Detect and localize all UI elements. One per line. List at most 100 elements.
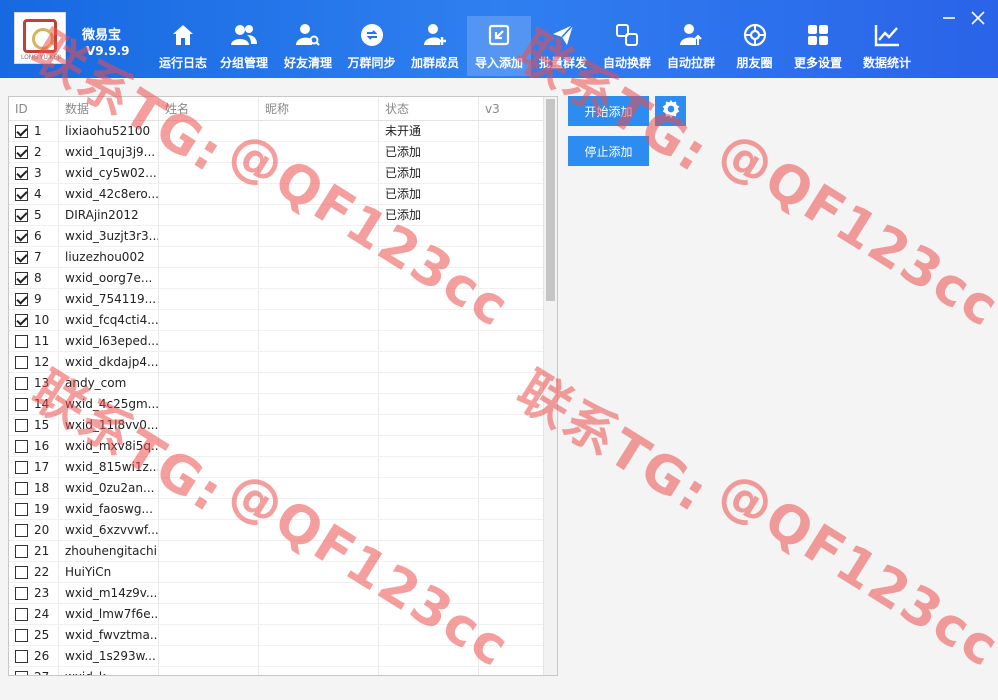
tab-group-manage[interactable]: 分组管理 [212, 16, 276, 76]
table-row[interactable]: 26 wxid_1s293w... [9, 646, 545, 667]
table-row[interactable]: 22 HuiYiCn [9, 562, 545, 583]
grid-body: 1 lixiaohu52100 未开通 2 wxid_1quj3j9... 已添加 3 wxi… [9, 121, 545, 675]
row-checkbox[interactable] [15, 376, 28, 390]
row-checkbox[interactable] [15, 670, 28, 675]
table-row[interactable]: 16 wxid_mxv8i5q... [9, 436, 545, 457]
row-checkbox[interactable] [15, 208, 28, 222]
tab-auto-swap-group[interactable]: 自动换群 [595, 16, 659, 76]
table-row[interactable]: 10 wxid_fcq4cti4... [9, 310, 545, 331]
row-checkbox[interactable] [15, 544, 28, 558]
table-row[interactable]: 17 wxid_815wi1z... [9, 457, 545, 478]
table-row[interactable]: 25 wxid_fwvztma... [9, 625, 545, 646]
row-checkbox[interactable] [15, 481, 28, 495]
cell-name [159, 142, 259, 162]
start-add-button[interactable]: 开始添加 [568, 96, 649, 126]
cell-name [159, 394, 259, 414]
row-checkbox[interactable] [15, 187, 28, 201]
table-row[interactable]: 20 wxid_6xzvvwf... [9, 520, 545, 541]
row-checkbox[interactable] [15, 355, 28, 369]
tab-import-add[interactable]: 导入添加 [467, 16, 531, 76]
col-header-id[interactable]: ID [9, 97, 59, 120]
row-checkbox[interactable] [15, 229, 28, 243]
cell-id: 7 [9, 247, 59, 267]
row-checkbox[interactable] [15, 649, 28, 663]
row-id: 8 [34, 270, 42, 285]
user-pull-icon [678, 22, 704, 48]
col-header-data[interactable]: 数据 [59, 97, 159, 120]
stop-add-button[interactable]: 停止添加 [568, 136, 649, 166]
table-row[interactable]: 4 wxid_42c8ero... 已添加 [9, 184, 545, 205]
row-checkbox[interactable] [15, 250, 28, 264]
cell-nickname [259, 142, 379, 162]
table-row[interactable]: 1 lixiaohu52100 未开通 [9, 121, 545, 142]
table-row[interactable]: 27 wxid_k... [9, 667, 545, 675]
table-row[interactable]: 24 wxid_lmw7f6e... [9, 604, 545, 625]
row-checkbox[interactable] [15, 166, 28, 180]
table-row[interactable]: 13 andy_com [9, 373, 545, 394]
table-row[interactable]: 14 wxid_4c25gm... [9, 394, 545, 415]
cell-data: wxid_fcq4cti4... [59, 310, 159, 330]
table-row[interactable]: 15 wxid_11l8vv0... [9, 415, 545, 436]
col-header-name[interactable]: 姓名 [159, 97, 259, 120]
tab-moments[interactable]: 朋友圈 [723, 16, 786, 76]
row-checkbox[interactable] [15, 313, 28, 327]
tab-more-settings[interactable]: 更多设置 [786, 16, 850, 76]
settings-button[interactable] [655, 96, 686, 126]
table-row[interactable]: 21 zhouhengitachi [9, 541, 545, 562]
minimize-button[interactable] [936, 8, 962, 30]
table-row[interactable]: 12 wxid_dkdajp4... [9, 352, 545, 373]
row-checkbox[interactable] [15, 334, 28, 348]
cell-status [379, 667, 479, 675]
row-checkbox[interactable] [15, 397, 28, 411]
vertical-scrollbar[interactable] [543, 97, 557, 675]
tab-data-stats[interactable]: 数据统计 [850, 16, 924, 76]
row-checkbox[interactable] [15, 607, 28, 621]
cell-data: wxid_oorg7e... [59, 268, 159, 288]
row-checkbox[interactable] [15, 145, 28, 159]
table-row[interactable]: 23 wxid_m14z9v... [9, 583, 545, 604]
tab-add-group-members[interactable]: 加群成员 [403, 16, 467, 76]
row-checkbox[interactable] [15, 418, 28, 432]
row-checkbox[interactable] [15, 439, 28, 453]
watermark-text: @QF123cc [708, 460, 998, 680]
tab-friend-clean[interactable]: 好友清理 [276, 16, 340, 76]
table-row[interactable]: 11 wxid_l63eped... [9, 331, 545, 352]
table-row[interactable]: 6 wxid_3uzjt3r3... [9, 226, 545, 247]
grid-header: ID 数据 姓名 昵称 状态 v3 [9, 97, 545, 121]
table-row[interactable]: 3 wxid_cy5w02... 已添加 [9, 163, 545, 184]
row-checkbox[interactable] [15, 460, 28, 474]
cell-v3 [479, 667, 545, 675]
cell-status [379, 478, 479, 498]
tab-run-log[interactable]: 运行日志 [154, 16, 212, 76]
table-row[interactable]: 18 wxid_0zu2an... [9, 478, 545, 499]
tab-bulk-send[interactable]: 批量群发 [531, 16, 595, 76]
row-checkbox[interactable] [15, 502, 28, 516]
scroll-thumb[interactable] [546, 99, 555, 301]
close-button[interactable] [965, 8, 991, 30]
cell-name [159, 541, 259, 561]
tab-auto-pull-group[interactable]: 自动拉群 [659, 16, 723, 76]
cell-status [379, 310, 479, 330]
col-header-status[interactable]: 状态 [379, 97, 479, 120]
col-header-nickname[interactable]: 昵称 [259, 97, 379, 120]
row-id: 19 [34, 501, 50, 516]
cell-v3 [479, 289, 545, 309]
row-checkbox[interactable] [15, 628, 28, 642]
row-checkbox[interactable] [15, 586, 28, 600]
table-row[interactable]: 7 liuzezhou002 [9, 247, 545, 268]
cell-status: 已添加 [379, 142, 479, 162]
table-row[interactable]: 5 DIRAjin2012 已添加 [9, 205, 545, 226]
table-row[interactable]: 8 wxid_oorg7e... [9, 268, 545, 289]
row-checkbox[interactable] [15, 271, 28, 285]
table-row[interactable]: 9 wxid_754119... [9, 289, 545, 310]
row-checkbox[interactable] [15, 292, 28, 306]
table-row[interactable]: 2 wxid_1quj3j9... 已添加 [9, 142, 545, 163]
col-header-v3[interactable]: v3 [479, 97, 545, 120]
tab-label: 导入添加 [474, 56, 523, 70]
cell-id: 20 [9, 520, 59, 540]
table-row[interactable]: 19 wxid_faoswg... [9, 499, 545, 520]
tab-group-sync[interactable]: 万群同步 [340, 16, 403, 76]
row-checkbox[interactable] [15, 124, 28, 138]
row-checkbox[interactable] [15, 523, 28, 537]
row-checkbox[interactable] [15, 565, 28, 579]
